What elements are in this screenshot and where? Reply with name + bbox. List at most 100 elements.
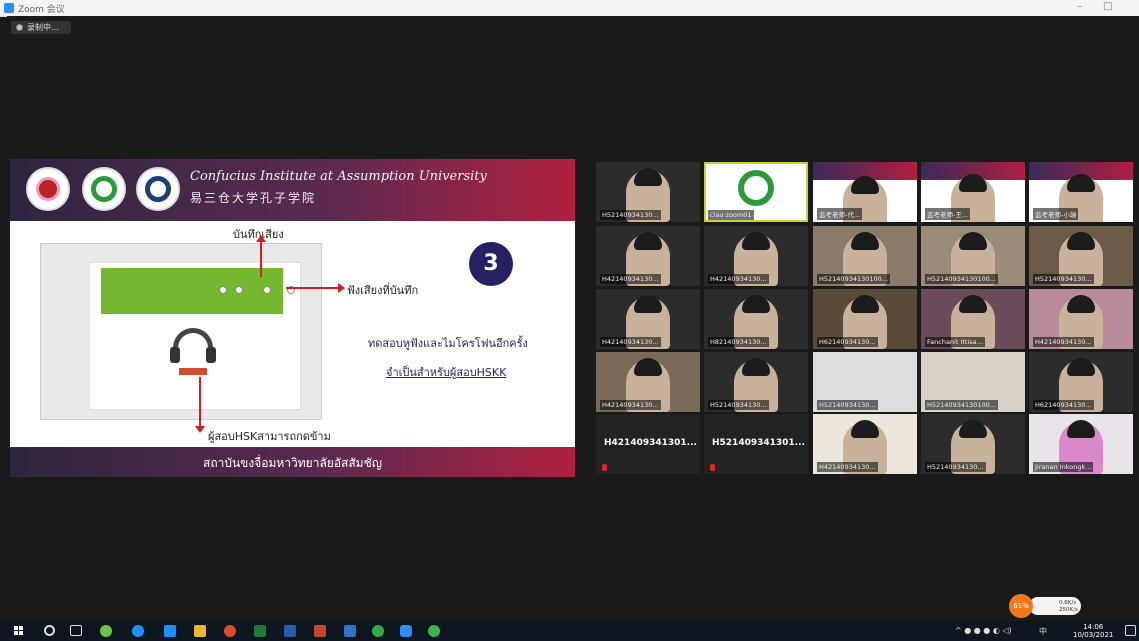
network-speed-widget[interactable]: 0.6K/s 250K/s 61%: [1009, 594, 1083, 618]
excel-icon[interactable]: [254, 625, 266, 637]
participant-name-large: H421409341301...: [604, 438, 697, 448]
institute-name-en: Confucius Institute at Assumption Univer…: [190, 169, 487, 184]
participant-name: H52140934130100...: [817, 274, 890, 284]
step-number-badge: 3: [469, 242, 513, 286]
participant-tile[interactable]: H42140934130...: [596, 352, 700, 412]
participant-name: H62140934130...: [1033, 400, 1094, 410]
slide-footer: สถาบันขงจื่อมหาวิทยาลัยอัสสัมชัญ: [10, 447, 575, 477]
zoom-icon[interactable]: [400, 625, 412, 637]
participant-tile[interactable]: H62140934130...: [1029, 352, 1133, 412]
participant-tile[interactable]: H52140934130...: [704, 352, 808, 412]
confucius-institute-logo: [82, 167, 126, 211]
task-view-icon[interactable]: [70, 625, 82, 636]
chat-icon[interactable]: [428, 625, 440, 637]
participant-name: Fanchanit Ittisa...: [925, 337, 985, 347]
word-icon[interactable]: [284, 625, 296, 637]
recording-indicator[interactable]: 录制中...: [11, 21, 71, 34]
mail-icon[interactable]: [344, 625, 356, 637]
wechat-icon[interactable]: [372, 625, 384, 637]
clock-time: 14:06: [1083, 623, 1104, 631]
participant-name: ciau zoom01: [708, 210, 754, 220]
note-required: จำเป็นสำหรับผู้สอบHSKK: [386, 366, 507, 379]
chrome-icon[interactable]: [224, 625, 236, 637]
label-skip: ผู้สอบHSKสามารถกดข้าม: [208, 430, 331, 443]
participant-tile[interactable]: H42140934130...: [813, 414, 917, 474]
record-button-icon: [263, 286, 271, 294]
mic-muted-icon: [710, 464, 715, 471]
participant-name-large: H521409341301...: [712, 438, 805, 448]
participant-name: H42140934130...: [600, 400, 661, 410]
maximize-button[interactable]: □: [1103, 1, 1112, 12]
tray-icons[interactable]: ^ ● ● ● ◐ ◁): [955, 626, 1012, 635]
participant-tile[interactable]: H52140934130...: [813, 352, 917, 412]
participant-tile[interactable]: Jiranan Inkongk...: [1029, 414, 1133, 474]
record-dot-icon: [16, 24, 23, 31]
download-speed: 250K/s: [1059, 607, 1078, 613]
participant-tile[interactable]: H42140934130...: [704, 226, 808, 286]
zoom-app-icon: [4, 3, 14, 13]
search-icon[interactable]: [44, 625, 55, 636]
hanban-logo: [136, 167, 180, 211]
participant-tile[interactable]: H42140934130...: [1029, 289, 1133, 349]
participant-name: H82140934130...: [708, 337, 769, 347]
clock[interactable]: 14:06 10/03/2021: [1073, 623, 1113, 639]
participant-tile-active[interactable]: ciau zoom01: [704, 162, 808, 222]
participant-tile-no-video[interactable]: H421409341301...: [596, 414, 700, 474]
participant-tile[interactable]: H62140934130...: [813, 289, 917, 349]
windows-start-icon[interactable]: [14, 626, 24, 636]
speed-bar: 0.6K/s 250K/s: [1029, 597, 1081, 615]
shared-screen-slide: Confucius Institute at Assumption Univer…: [10, 159, 575, 477]
participant-tile[interactable]: 监考老师-代...: [813, 162, 917, 222]
participant-tile[interactable]: H42140934130...: [596, 226, 700, 286]
input-language[interactable]: 中: [1039, 626, 1047, 637]
participant-name: 监考老师-王...: [925, 208, 971, 220]
participant-tile[interactable]: Fanchanit Ittisa...: [921, 289, 1025, 349]
file-explorer-icon[interactable]: [194, 625, 206, 637]
app-screenshot: [40, 243, 322, 420]
institute-name-zh: 易三仓大学孔子学院: [190, 191, 317, 205]
participant-name: H52140934130...: [925, 462, 986, 472]
title-bar: Zoom 会议 – □: [0, 0, 1139, 17]
window-title: Zoom 会议: [18, 5, 65, 15]
arrow-right-icon: [286, 283, 345, 293]
minimize-button[interactable]: –: [1077, 1, 1082, 12]
participant-name: H52140934130100...: [925, 400, 998, 410]
participant-tile[interactable]: 监考老师-小瑞: [1029, 162, 1133, 222]
participant-tile[interactable]: H52140934130100...: [921, 352, 1025, 412]
participant-tile[interactable]: H82140934130...: [704, 289, 808, 349]
control-dot-icon: [235, 286, 243, 294]
skip-button: [179, 368, 207, 375]
ie-icon[interactable]: [164, 625, 176, 637]
participant-tile[interactable]: H52140934130100...: [921, 226, 1025, 286]
participant-tile[interactable]: H52140934130...: [1029, 226, 1133, 286]
upload-speed: 0.6K/s: [1059, 600, 1077, 606]
participant-tile[interactable]: 监考老师-王...: [921, 162, 1025, 222]
participant-name: 监考老师-代...: [817, 208, 863, 220]
notification-icon[interactable]: [1125, 625, 1136, 636]
arrow-up-icon: [256, 235, 266, 277]
slide-header: Confucius Institute at Assumption Univer…: [10, 159, 575, 221]
participant-name: H52140934130...: [708, 400, 769, 410]
arrow-down-icon: [195, 377, 205, 433]
participant-gallery: H52140934130... ciau zoom01 监考老师-代... 监考…: [596, 162, 1136, 476]
participant-tile[interactable]: H52140934130100...: [813, 226, 917, 286]
mic-muted-icon: [602, 464, 607, 471]
participant-name: H42140934130...: [1033, 337, 1094, 347]
participant-name: H42140934130...: [600, 337, 661, 347]
note-retest: ทดสอบหูฟังและไมโครโฟนอีกครั้ง: [368, 337, 528, 350]
participant-name: H52140934130...: [600, 210, 661, 220]
memory-percent: 61%: [1009, 594, 1033, 618]
participant-tile[interactable]: H52140934130...: [596, 162, 700, 222]
recording-label: 录制中...: [27, 23, 59, 32]
participant-name: 监考老师-小瑞: [1033, 208, 1079, 220]
taskbar: ^ ● ● ● ◐ ◁) 中 14:06 10/03/2021: [0, 621, 1139, 641]
participant-tile[interactable]: H42140934130...: [596, 289, 700, 349]
powerpoint-icon[interactable]: [314, 625, 326, 637]
participant-name: H52140934130...: [817, 400, 878, 410]
edge-icon[interactable]: [132, 625, 144, 637]
participant-name: H42140934130...: [600, 274, 661, 284]
participant-tile[interactable]: H52140934130...: [921, 414, 1025, 474]
participant-tile-no-video[interactable]: H521409341301...: [704, 414, 808, 474]
headphones-icon: [170, 328, 216, 363]
app-icon[interactable]: [100, 625, 112, 637]
